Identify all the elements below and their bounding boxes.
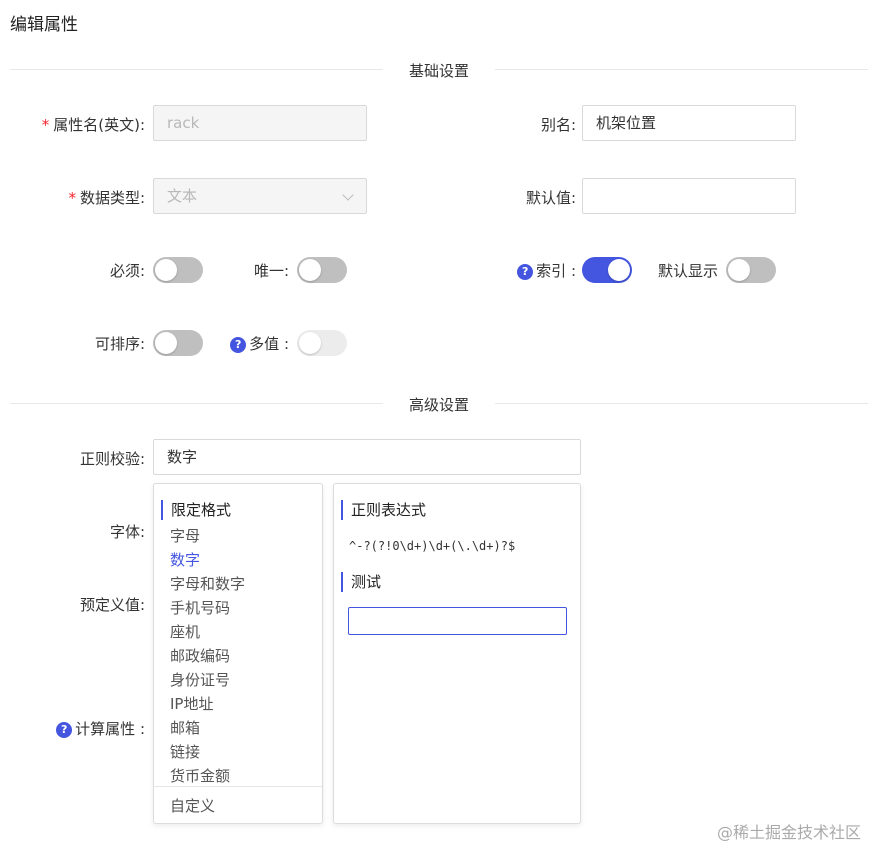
alias-label: 别名: — [540, 116, 576, 134]
default-value-label: 默认值: — [525, 189, 576, 207]
regex-header: 正则表达式 — [341, 500, 426, 520]
regex-expression: ^-?(?!0\d+)\d+(\.\d+)?$ — [349, 539, 516, 553]
switch-knob — [608, 259, 630, 281]
regex-panel: 正则表达式 ^-?(?!0\d+)\d+(\.\d+)?$ 测试 — [333, 483, 581, 824]
data-type-value: 文本 — [167, 187, 198, 205]
switch-knob — [299, 259, 321, 281]
required-mark: * — [68, 189, 76, 207]
required-switch[interactable] — [153, 257, 203, 283]
font-label: 字体: — [109, 523, 145, 541]
regex-check-label: 正则校验: — [79, 450, 145, 468]
format-item[interactable]: IP地址 — [170, 693, 213, 714]
data-type-select[interactable]: 文本 — [153, 178, 367, 214]
format-item[interactable]: 货币金额 — [170, 765, 230, 786]
unique-label: 唯一: — [253, 262, 289, 280]
format-item[interactable]: 字母 — [170, 525, 200, 546]
question-circle-icon[interactable]: ? — [230, 337, 247, 353]
switch-knob — [155, 259, 177, 281]
index-label: ? 索引 : — [517, 260, 576, 281]
format-item[interactable]: 数字 — [170, 549, 200, 570]
required-mark: * — [41, 116, 50, 134]
required-label: 必须: — [109, 262, 145, 280]
format-item[interactable]: 链接 — [170, 741, 200, 762]
switch-knob — [299, 332, 321, 354]
format-list-header: 限定格式 — [161, 500, 231, 520]
chevron-down-icon — [342, 189, 354, 201]
format-item[interactable]: 手机号码 — [170, 597, 230, 618]
default-display-switch[interactable] — [726, 257, 776, 283]
data-type-label: * 数据类型: — [68, 189, 145, 207]
attr-name-label: * 属性名(英文): — [41, 116, 145, 134]
computed-label: ? 计算属性 : — [56, 718, 145, 739]
predefined-label: 预定义值: — [79, 596, 145, 614]
format-item[interactable]: 字母和数字 — [170, 573, 245, 594]
default-display-label: 默认显示 — [657, 262, 718, 280]
question-circle-icon[interactable]: ? — [517, 264, 534, 280]
regex-check-input[interactable]: 数字 — [153, 439, 581, 475]
test-input[interactable] — [348, 607, 567, 635]
format-item[interactable]: 座机 — [170, 621, 200, 642]
multi-value-label: ? 多值 : — [230, 333, 289, 354]
default-value-input[interactable] — [582, 178, 796, 214]
format-item[interactable]: 身份证号 — [170, 669, 230, 690]
watermark: @稀土掘金技术社区 — [716, 823, 861, 842]
page-title: 编辑属性 — [10, 15, 78, 35]
attr-name-input[interactable]: rack — [153, 105, 367, 141]
switch-knob — [155, 332, 177, 354]
format-item[interactable]: 邮箱 — [170, 717, 200, 738]
switch-knob — [728, 259, 750, 281]
multi-value-switch[interactable] — [297, 330, 347, 356]
format-item-custom[interactable]: 自定义 — [170, 795, 215, 816]
format-item[interactable]: 邮政编码 — [170, 645, 230, 666]
question-circle-icon[interactable]: ? — [56, 722, 73, 738]
index-switch[interactable] — [582, 257, 632, 283]
format-list-panel: 限定格式 字母数字字母和数字手机号码座机邮政编码身份证号 IP地址邮箱链接货币金额… — [153, 483, 323, 824]
sortable-switch[interactable] — [153, 330, 203, 356]
panel-divider — [154, 786, 322, 787]
unique-switch[interactable] — [297, 257, 347, 283]
basic-settings-title: 基础设置 — [382, 60, 496, 81]
test-header: 测试 — [341, 572, 381, 592]
alias-input[interactable]: 机架位置 — [582, 105, 796, 141]
advanced-settings-title: 高级设置 — [382, 394, 496, 415]
sortable-label: 可排序: — [94, 335, 145, 353]
